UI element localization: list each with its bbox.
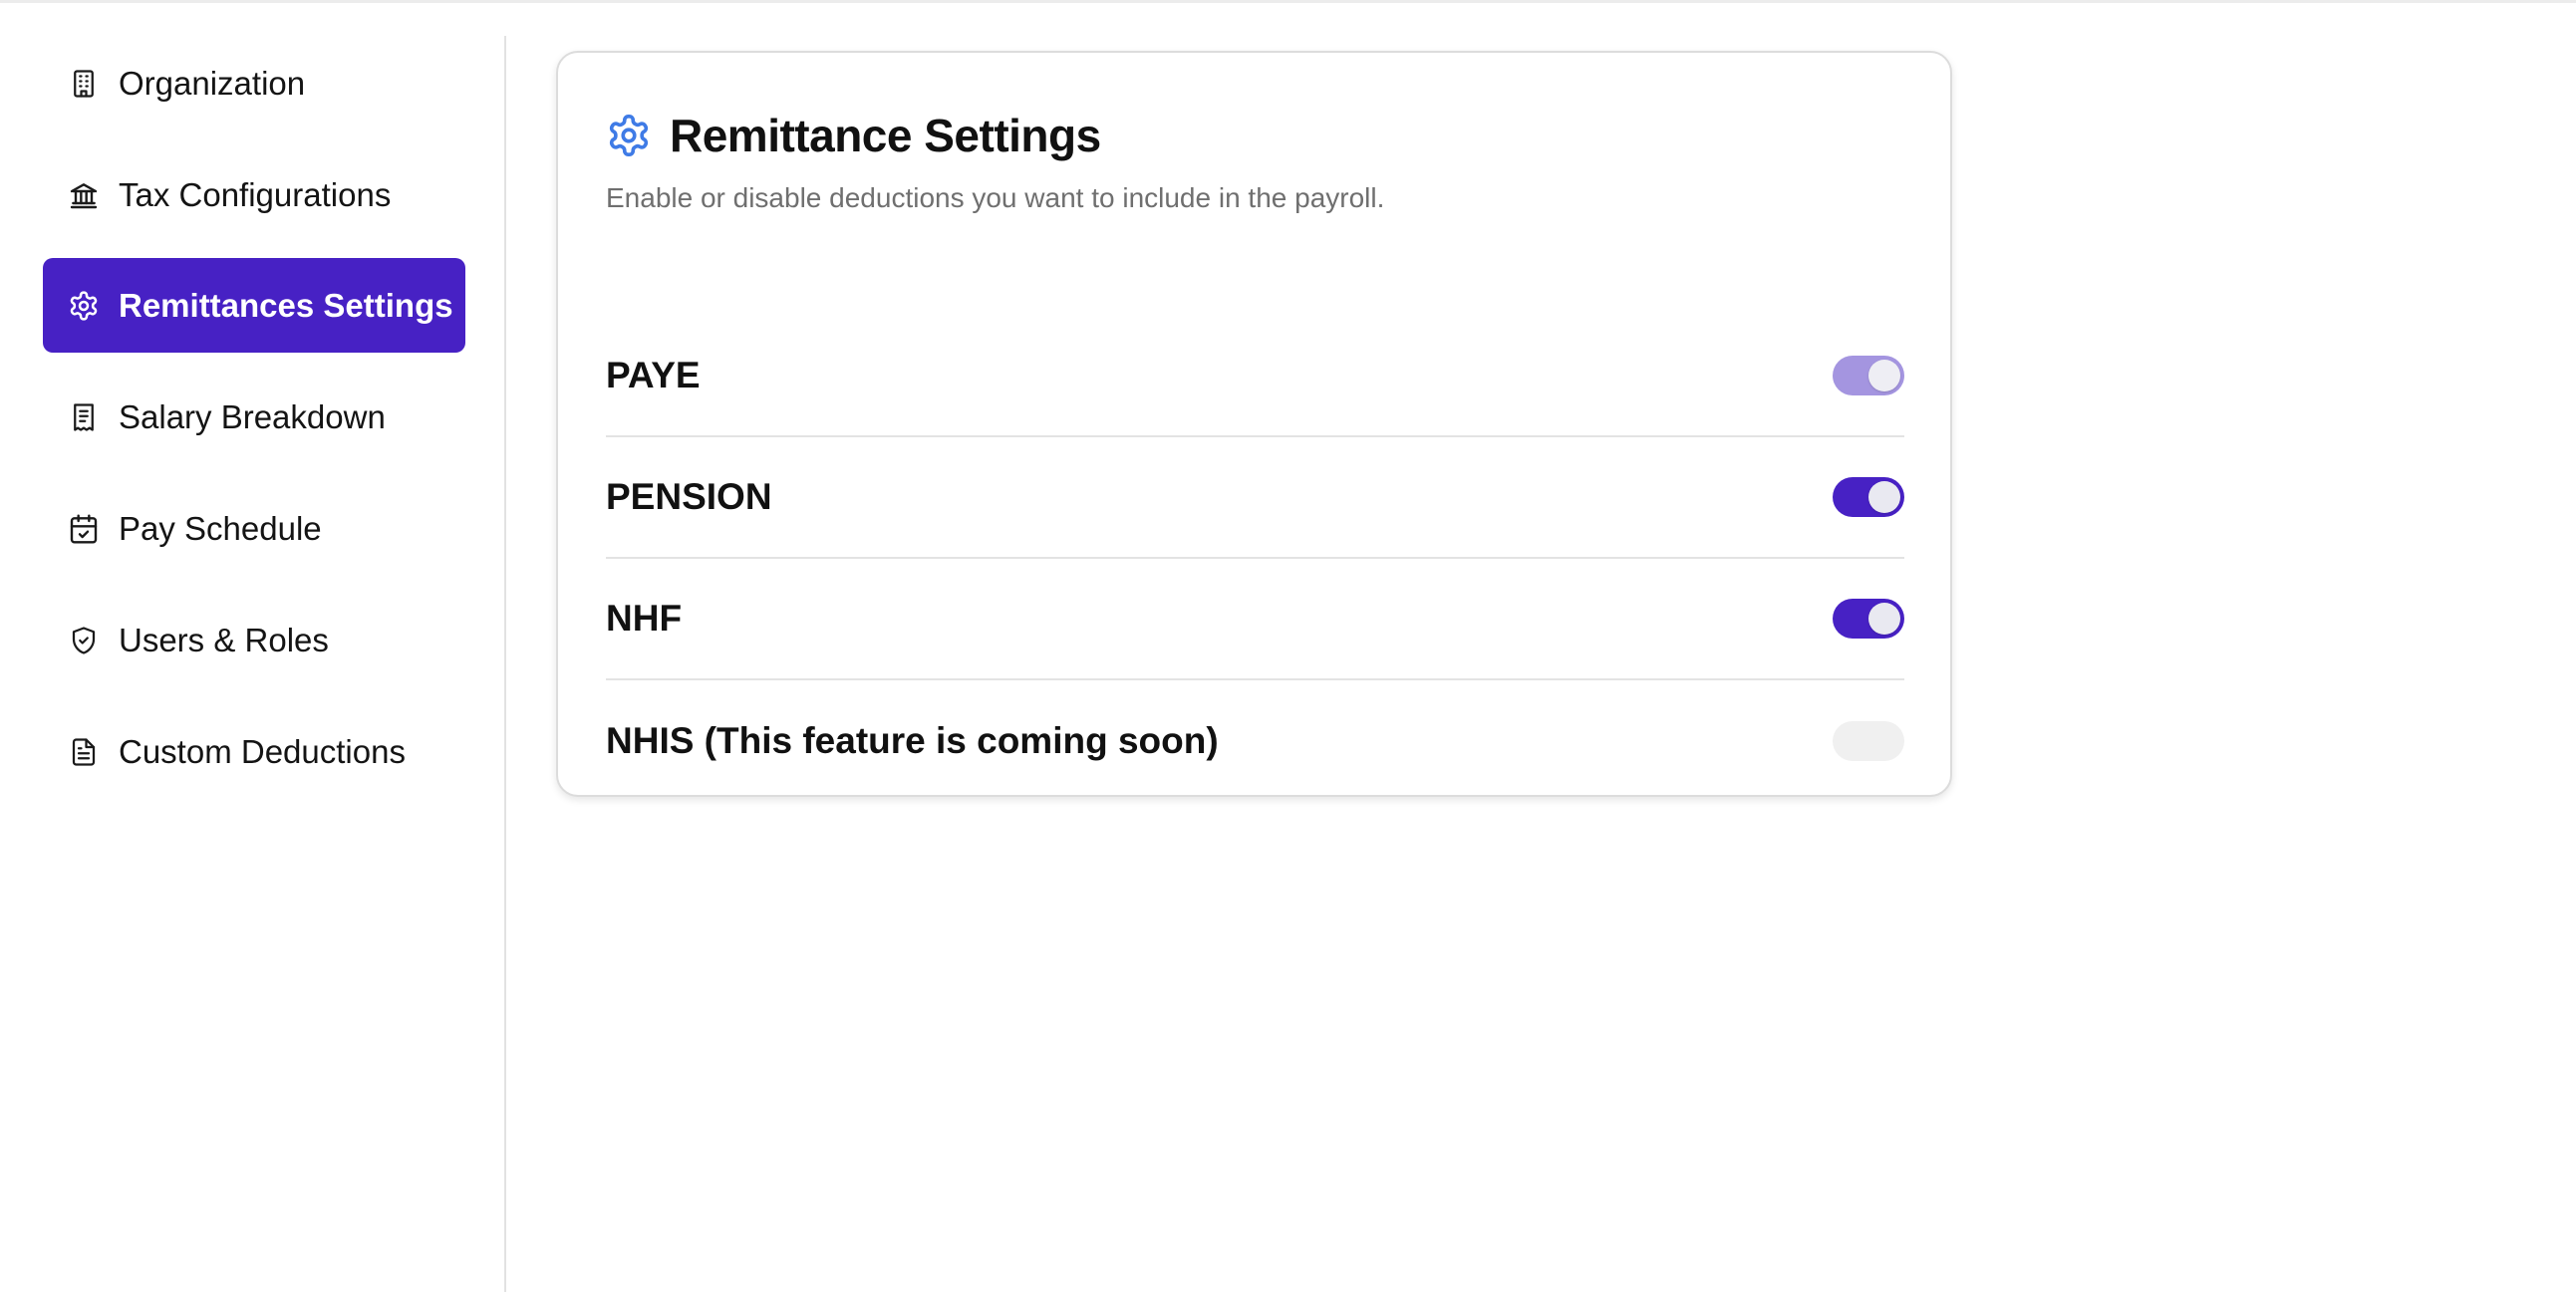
sidebar-item-label: Remittances Settings	[119, 286, 453, 324]
deduction-list: PAYE PENSION NHF NHIS (This feature is c…	[606, 316, 1904, 802]
deduction-label: NHF	[606, 598, 683, 639]
deduction-row-nhis: NHIS (This feature is coming soon)	[606, 680, 1904, 802]
settings-sidebar: Organization Tax Configurations Remittan…	[0, 36, 506, 1292]
deduction-row-nhf: NHF	[606, 559, 1904, 680]
deduction-label: PAYE	[606, 355, 701, 395]
sidebar-item-remittances-settings[interactable]: Remittances Settings	[43, 258, 465, 353]
deduction-row-paye: PAYE	[606, 316, 1904, 437]
calendar-check-icon	[67, 512, 101, 546]
deduction-label: PENSION	[606, 476, 772, 517]
top-border	[0, 0, 2576, 3]
toggle-knob	[1868, 360, 1900, 391]
deduction-row-pension: PENSION	[606, 437, 1904, 559]
nhis-toggle	[1833, 721, 1904, 761]
sidebar-item-users-roles[interactable]: Users & Roles	[43, 593, 465, 687]
sidebar-item-organization[interactable]: Organization	[43, 36, 465, 130]
sidebar-item-custom-deductions[interactable]: Custom Deductions	[43, 704, 465, 799]
gear-icon	[606, 113, 652, 158]
sidebar-item-label: Users & Roles	[119, 621, 329, 658]
bank-icon	[67, 178, 101, 212]
page-title: Remittance Settings	[670, 110, 1101, 161]
nhf-toggle[interactable]	[1833, 599, 1904, 639]
gear-icon	[67, 289, 101, 323]
shield-check-icon	[67, 624, 101, 657]
toggle-knob	[1868, 603, 1900, 635]
sidebar-item-label: Organization	[119, 64, 306, 102]
remittance-settings-card: Remittance Settings Enable or disable de…	[556, 51, 1952, 797]
sidebar-item-label: Tax Configurations	[119, 175, 392, 213]
sidebar-item-pay-schedule[interactable]: Pay Schedule	[43, 481, 465, 576]
sidebar-item-label: Salary Breakdown	[119, 397, 386, 435]
toggle-knob	[1868, 481, 1900, 513]
sidebar-item-salary-breakdown[interactable]: Salary Breakdown	[43, 370, 465, 464]
deduction-label: NHIS (This feature is coming soon)	[606, 720, 1219, 761]
sidebar-item-label: Pay Schedule	[119, 509, 322, 547]
building-icon	[67, 67, 101, 101]
receipt-icon	[67, 400, 101, 434]
card-header: Remittance Settings	[606, 109, 1101, 162]
paye-toggle[interactable]	[1833, 356, 1904, 395]
sidebar-item-label: Custom Deductions	[119, 732, 406, 770]
pension-toggle[interactable]	[1833, 477, 1904, 517]
sidebar-item-tax-configurations[interactable]: Tax Configurations	[43, 147, 465, 242]
card-subtitle: Enable or disable deductions you want to…	[606, 182, 1385, 213]
document-icon	[67, 735, 101, 769]
